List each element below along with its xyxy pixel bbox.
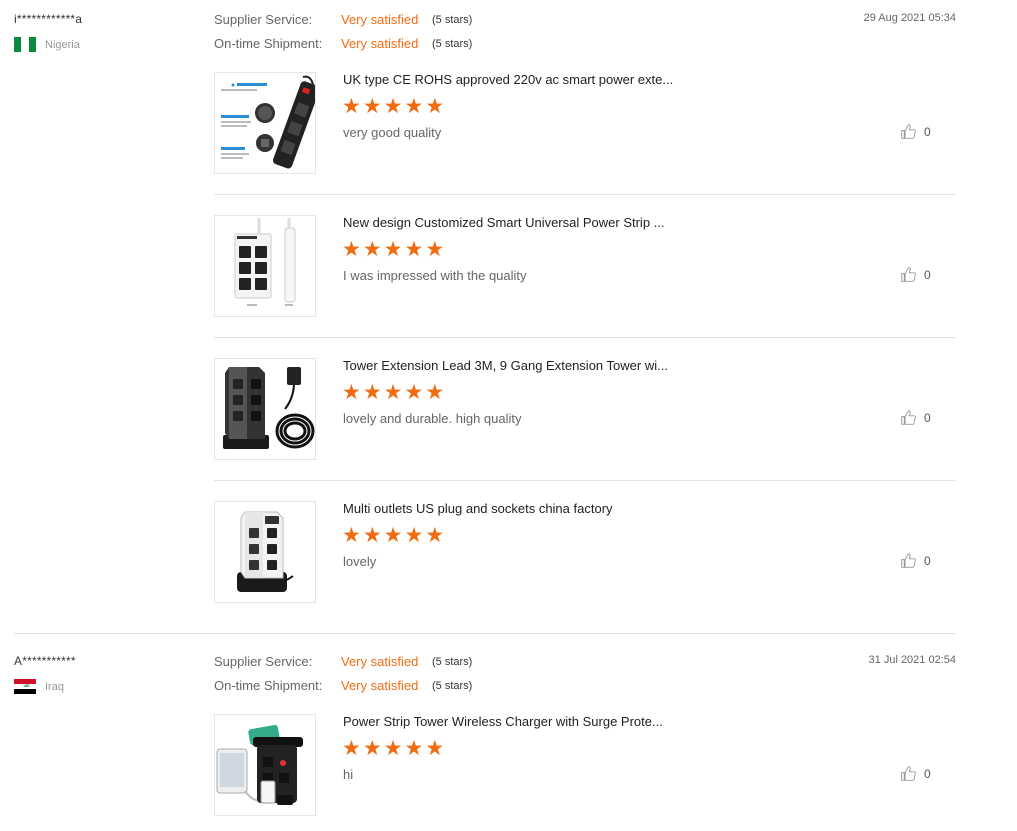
star-icon: ★ <box>404 238 424 261</box>
like-count: 0 <box>924 766 931 781</box>
star-icon: ★ <box>342 381 361 404</box>
divider <box>214 480 956 481</box>
shipment-label: On-time Shipment: <box>214 36 323 51</box>
country-name: Nigeria <box>45 38 80 51</box>
supplier-service-value: Very satisfied <box>341 654 419 669</box>
product-image[interactable] <box>214 215 316 317</box>
star-icon: ★ <box>383 238 403 261</box>
star-icon: ★ <box>383 524 403 547</box>
like-count: 0 <box>924 267 931 282</box>
product-star-rating: ★ ★ ★ ★ ★ <box>342 95 446 118</box>
review-comment: lovely <box>343 554 377 569</box>
reviewer-name: A*********** <box>14 654 76 668</box>
thumbs-up-icon <box>901 124 916 139</box>
thumbs-up-icon <box>901 267 916 282</box>
review-comment: hi <box>343 767 354 782</box>
star-icon: ★ <box>425 238 445 261</box>
shipment-value: Very satisfied <box>341 678 419 693</box>
product-title[interactable]: Multi outlets US plug and sockets china … <box>343 501 613 516</box>
reviewer-country: Nigeria <box>14 37 80 52</box>
divider <box>214 194 956 195</box>
iraq-flag-icon: ﷲ <box>14 679 36 694</box>
review-date: 29 Aug 2021 05:34 <box>863 12 956 24</box>
reviewed-product: Power Strip Tower Wireless Charger with … <box>214 714 956 817</box>
reviewed-product: Tower Extension Lead 3M, 9 Gang Extensio… <box>214 358 956 461</box>
supplier-service-value: Very satisfied <box>341 12 419 27</box>
divider <box>214 337 956 338</box>
supplier-service-rating: Supplier Service: Very satisfied (5 star… <box>214 654 472 669</box>
supplier-service-label: Supplier Service: <box>214 12 313 27</box>
supplier-service-label: Supplier Service: <box>214 654 313 669</box>
like-count: 0 <box>924 553 931 568</box>
review-comment: lovely and durable. high quality <box>343 411 522 426</box>
star-icon: ★ <box>404 737 424 760</box>
star-icon: ★ <box>342 95 361 118</box>
star-icon: ★ <box>342 524 361 547</box>
like-button[interactable]: 0 <box>900 765 931 782</box>
reviewed-product: UK type CE ROHS approved 220v ac smart p… <box>214 72 956 175</box>
shipment-value: Very satisfied <box>341 36 419 51</box>
country-name: Iraq <box>45 680 64 693</box>
star-icon: ★ <box>404 381 424 404</box>
star-icon: ★ <box>383 381 403 404</box>
shipment-stars: (5 stars) <box>432 37 473 50</box>
star-icon: ★ <box>362 524 382 547</box>
reviewer-name: i************a <box>14 12 83 26</box>
review-date: 31 Jul 2021 02:54 <box>868 654 956 666</box>
star-icon: ★ <box>425 381 445 404</box>
like-count: 0 <box>924 410 931 425</box>
star-icon: ★ <box>362 381 382 404</box>
product-title[interactable]: Power Strip Tower Wireless Charger with … <box>343 714 663 729</box>
shipment-rating: On-time Shipment: Very satisfied (5 star… <box>214 36 472 51</box>
product-image[interactable] <box>214 501 316 603</box>
star-icon: ★ <box>425 524 445 547</box>
like-count: 0 <box>924 124 931 139</box>
supplier-service-rating: Supplier Service: Very satisfied (5 star… <box>214 12 472 27</box>
star-icon: ★ <box>404 95 424 118</box>
reviewed-product: New design Customized Smart Universal Po… <box>214 215 956 318</box>
product-title[interactable]: UK type CE ROHS approved 220v ac smart p… <box>343 72 673 87</box>
like-button[interactable]: 0 <box>900 552 931 569</box>
thumbs-up-icon <box>901 766 916 781</box>
product-image[interactable] <box>214 358 316 460</box>
star-icon: ★ <box>362 95 382 118</box>
product-star-rating: ★ ★ ★ ★ ★ <box>342 381 446 404</box>
product-title[interactable]: Tower Extension Lead 3M, 9 Gang Extensio… <box>343 358 668 373</box>
star-icon: ★ <box>342 238 361 261</box>
product-star-rating: ★ ★ ★ ★ ★ <box>342 524 446 547</box>
review-divider <box>14 633 956 634</box>
star-icon: ★ <box>425 737 445 760</box>
product-star-rating: ★ ★ ★ ★ ★ <box>342 737 446 760</box>
star-icon: ★ <box>362 737 382 760</box>
star-icon: ★ <box>425 95 445 118</box>
star-icon: ★ <box>342 737 361 760</box>
like-button[interactable]: 0 <box>900 409 931 426</box>
supplier-service-stars: (5 stars) <box>432 655 473 668</box>
nigeria-flag-icon <box>14 37 36 52</box>
star-icon: ★ <box>383 95 403 118</box>
thumbs-up-icon <box>901 410 916 425</box>
shipment-label: On-time Shipment: <box>214 678 323 693</box>
product-title[interactable]: New design Customized Smart Universal Po… <box>343 215 665 230</box>
star-icon: ★ <box>383 737 403 760</box>
reviewed-product: Multi outlets US plug and sockets china … <box>214 501 956 604</box>
shipment-stars: (5 stars) <box>432 679 473 692</box>
like-button[interactable]: 0 <box>900 266 931 283</box>
reviewer-country: ﷲ Iraq <box>14 679 64 694</box>
thumbs-up-icon <box>901 553 916 568</box>
review-comment: I was impressed with the quality <box>343 268 527 283</box>
product-star-rating: ★ ★ ★ ★ ★ <box>342 238 446 261</box>
supplier-service-stars: (5 stars) <box>432 13 473 26</box>
product-image[interactable] <box>214 714 316 816</box>
star-icon: ★ <box>362 238 382 261</box>
star-icon: ★ <box>404 524 424 547</box>
product-image[interactable] <box>214 72 316 174</box>
review-comment: very good quality <box>343 125 442 140</box>
like-button[interactable]: 0 <box>900 123 931 140</box>
shipment-rating: On-time Shipment: Very satisfied (5 star… <box>214 678 472 693</box>
